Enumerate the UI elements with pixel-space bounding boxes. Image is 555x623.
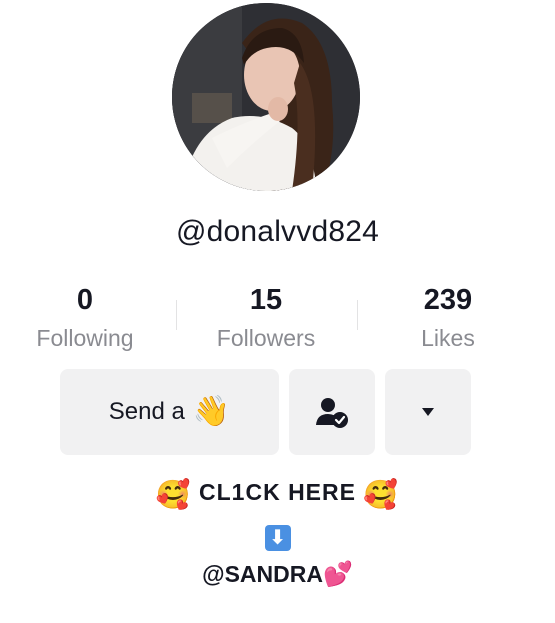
caret-down-icon bbox=[422, 408, 434, 416]
smiling-hearts-emoji: 🥰 bbox=[155, 479, 192, 510]
profile-username: @donalvvd824 bbox=[176, 215, 379, 248]
friends-button[interactable] bbox=[289, 369, 375, 455]
send-wave-button[interactable]: Send a 👋 bbox=[60, 369, 279, 455]
following-label: Following bbox=[36, 325, 134, 351]
stat-divider bbox=[357, 300, 358, 330]
two-hearts-emoji: 💕 bbox=[322, 561, 353, 588]
stat-followers[interactable]: 15 Followers bbox=[181, 283, 351, 353]
likes-label: Likes bbox=[421, 325, 475, 351]
more-options-button[interactable] bbox=[385, 369, 471, 455]
person-check-icon bbox=[316, 398, 348, 428]
likes-count: 239 bbox=[423, 284, 473, 316]
wave-emoji: 👋 bbox=[192, 395, 231, 428]
avatar-photo-icon bbox=[172, 3, 360, 191]
bio-click-here-text: CL1CK HERE bbox=[199, 479, 356, 505]
send-label: Send a bbox=[108, 398, 185, 425]
following-count: 0 bbox=[76, 284, 94, 316]
stat-following[interactable]: 0 Following bbox=[0, 283, 170, 353]
followers-count: 15 bbox=[249, 284, 283, 316]
bio-mention-text: @SANDRA bbox=[202, 561, 323, 587]
stat-divider bbox=[176, 300, 177, 330]
smiling-hearts-emoji: 🥰 bbox=[363, 479, 400, 510]
followers-label: Followers bbox=[216, 325, 316, 351]
bio-line-3: @SANDRA💕 bbox=[0, 560, 555, 589]
profile-avatar[interactable] bbox=[172, 3, 360, 191]
down-arrow-icon: ⬇ bbox=[264, 525, 291, 551]
bio-line-1: 🥰 CL1CK HERE 🥰 bbox=[0, 478, 555, 511]
stat-likes: 239 Likes bbox=[363, 283, 533, 353]
bio-line-2: ⬇ bbox=[0, 520, 555, 551]
